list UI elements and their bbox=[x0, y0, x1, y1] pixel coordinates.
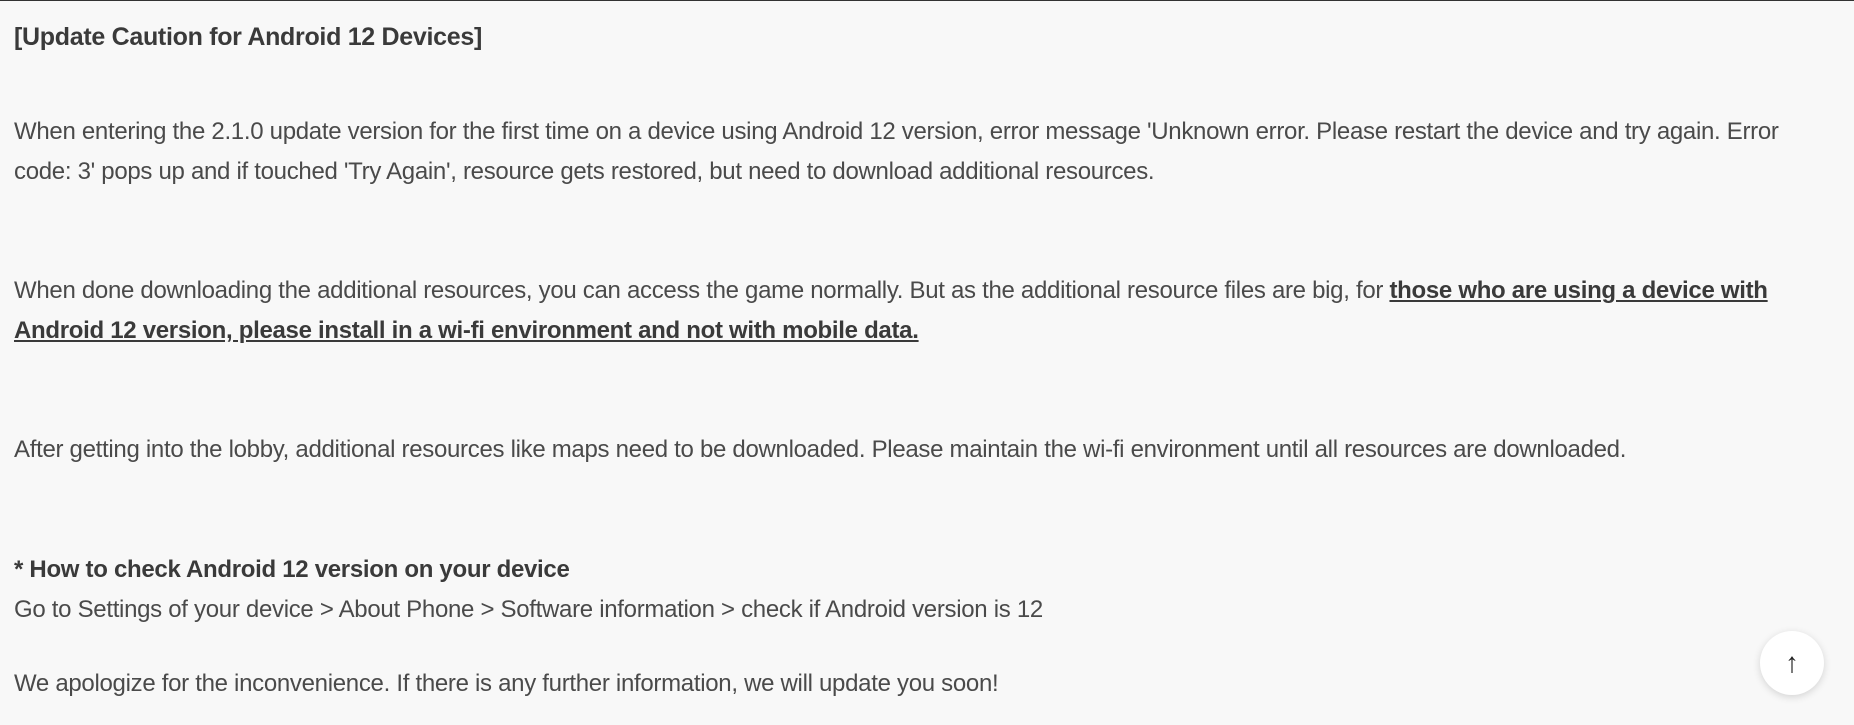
section-heading: [Update Caution for Android 12 Devices] bbox=[14, 23, 1840, 52]
howto-steps: Go to Settings of your device > About Ph… bbox=[14, 590, 1840, 630]
spacer bbox=[14, 510, 1840, 550]
paragraph-2-text: When done downloading the additional res… bbox=[14, 277, 1389, 304]
howto-heading: * How to check Android 12 version on you… bbox=[14, 550, 1840, 590]
arrow-up-icon: ↑ bbox=[1785, 649, 1799, 677]
content-area: [Update Caution for Android 12 Devices] … bbox=[0, 1, 1854, 704]
paragraph-2: When done downloading the additional res… bbox=[14, 271, 1840, 350]
paragraph-3: After getting into the lobby, additional… bbox=[14, 430, 1840, 470]
scroll-to-top-button[interactable]: ↑ bbox=[1760, 631, 1824, 695]
spacer bbox=[14, 231, 1840, 271]
spacer bbox=[14, 390, 1840, 430]
spacer bbox=[14, 629, 1840, 664]
apology-text: We apologize for the inconvenience. If t… bbox=[14, 664, 1840, 704]
paragraph-1: When entering the 2.1.0 update version f… bbox=[14, 112, 1840, 191]
